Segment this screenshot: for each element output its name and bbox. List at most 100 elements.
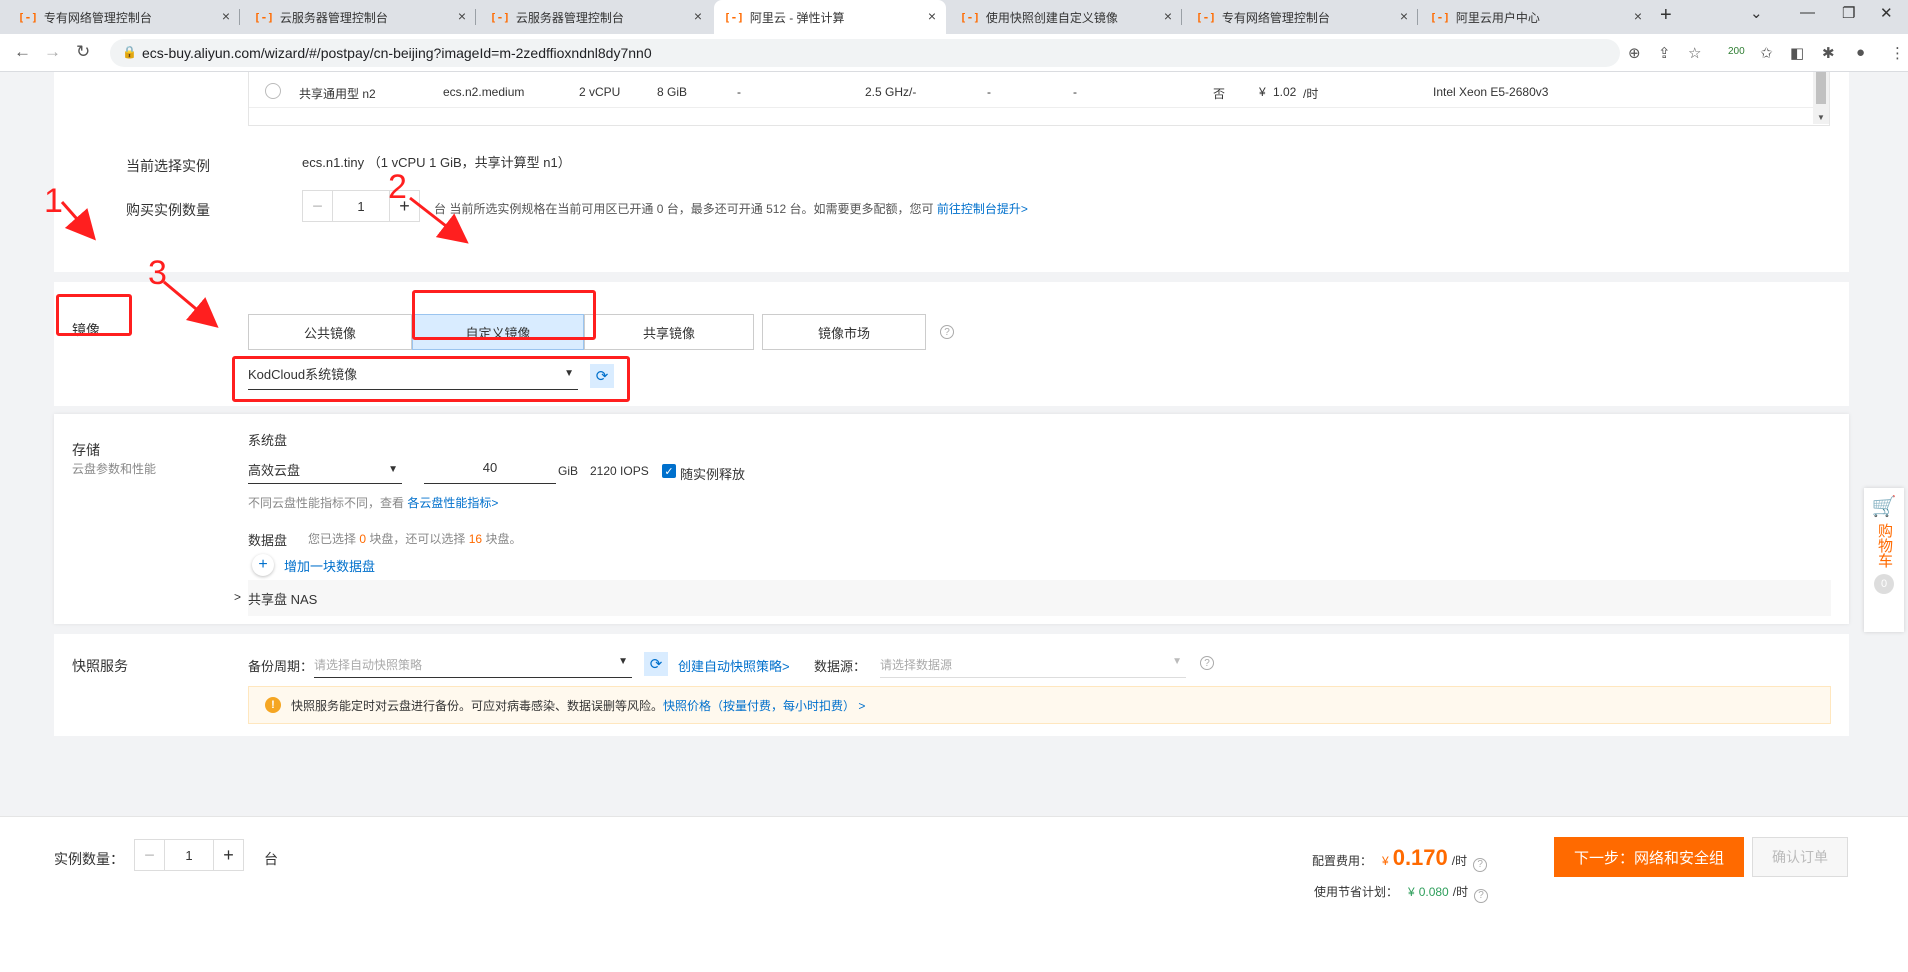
help-icon[interactable]: ?: [1473, 857, 1488, 872]
zoom-icon[interactable]: ⊕: [1628, 44, 1641, 62]
snapshot-policy-select[interactable]: 请选择自动快照策略 ▼: [314, 652, 632, 678]
instance-family: 共享通用型 n2: [299, 87, 376, 101]
profile-avatar-icon[interactable]: ●: [1856, 44, 1865, 61]
close-tab-icon[interactable]: ×: [694, 8, 702, 24]
instance-memory: 8 GiB: [657, 85, 688, 99]
tab-title: 阿里云用户中心: [1455, 10, 1540, 25]
back-icon[interactable]: ←: [14, 42, 31, 62]
instance-table: 共享通用型 n2 ecs.n2.medium 2 vCPU 8 GiB - 2.…: [248, 72, 1830, 126]
close-tab-icon[interactable]: ×: [458, 8, 466, 24]
instance-radio[interactable]: [265, 83, 281, 99]
cart-label: 购物车: [1876, 523, 1893, 568]
create-snapshot-policy-link[interactable]: 创建自动快照策略>: [678, 656, 790, 675]
dropdown-caret-icon: ▼: [618, 656, 628, 667]
scroll-down-icon[interactable]: ▼: [1817, 113, 1825, 122]
aliyun-favicon-icon: [-]: [960, 10, 980, 24]
chevron-down-icon[interactable]: ⌄: [1750, 4, 1763, 22]
footer-quantity-stepper[interactable]: − 1 +: [134, 839, 244, 871]
favorites-icon[interactable]: ✩: [1760, 44, 1773, 62]
help-icon[interactable]: ?: [1474, 888, 1489, 903]
instance-spec: ecs.n2.medium: [443, 85, 525, 99]
perf-link[interactable]: 各云盘性能指标>: [407, 496, 498, 510]
data-disk-label: 数据盘: [248, 533, 288, 548]
minimize-icon[interactable]: —: [1800, 4, 1815, 21]
browser-tab[interactable]: [-] 使用快照创建自定义镜像 ×: [950, 0, 1182, 34]
annotation-number: 1: [44, 182, 63, 220]
quantity-value[interactable]: 1: [333, 191, 389, 221]
help-icon[interactable]: ?: [1200, 656, 1214, 670]
tab-separator: [475, 9, 476, 25]
fee-unit: /时: [1451, 854, 1468, 868]
snapshot-price-link[interactable]: 快照价格（按量付费，每小时扣费） >: [663, 697, 865, 714]
decrement-icon[interactable]: −: [303, 191, 333, 221]
more-menu-icon[interactable]: ⋮: [1890, 44, 1905, 62]
extension-icon[interactable]: ◧: [1790, 44, 1804, 62]
annotation-number: 2: [388, 168, 407, 206]
snapshot-policy-placeholder: 请选择自动快照策略: [314, 658, 423, 672]
tab-title: 专有网络管理控制台: [43, 10, 152, 25]
lock-icon: 🔒: [122, 45, 137, 59]
browser-tab[interactable]: [-] 专有网络管理控制台 ×: [1186, 0, 1418, 34]
browser-tab-active[interactable]: [-] 阿里云 - 弹性计算 ×: [714, 0, 946, 34]
tab-shared-image[interactable]: 共享镜像: [584, 314, 754, 350]
table-row[interactable]: 共享通用型 n2 ecs.n2.medium 2 vCPU 8 GiB - 2.…: [249, 72, 1815, 108]
footer-quantity-value[interactable]: 1: [165, 840, 213, 870]
tab-public-image[interactable]: 公共镜像: [248, 314, 412, 350]
disk-type-select[interactable]: 高效云盘 ▼: [248, 460, 402, 484]
browser-address-bar: ← → ↻ 🔒 ecs-buy.aliyun.com/wizard/#/post…: [0, 34, 1908, 72]
close-tab-icon[interactable]: ×: [928, 8, 936, 24]
url-field[interactable]: 🔒 ecs-buy.aliyun.com/wizard/#/postpay/cn…: [110, 39, 1620, 67]
instance-vcpu: 2 vCPU: [579, 85, 621, 99]
close-tab-icon[interactable]: ×: [222, 8, 230, 24]
bookmark-star-icon[interactable]: ☆: [1688, 44, 1701, 62]
scrollbar-thumb[interactable]: [1816, 72, 1826, 104]
instance-gpu: -: [737, 85, 741, 99]
nas-section[interactable]: > 共享盘 NAS: [234, 580, 1831, 616]
confirm-order-button[interactable]: 确认订单: [1752, 837, 1848, 877]
browser-tab[interactable]: [-] 专有网络管理控制台 ×: [8, 0, 240, 34]
disk-perf-note: 不同云盘性能指标不同，查看 各云盘性能指标>: [248, 494, 498, 511]
puzzle-icon[interactable]: ✱: [1822, 44, 1835, 62]
data-disk-note: 您已选择 0 块盘，还可以选择 16 块盘。: [308, 530, 521, 547]
refresh-icon[interactable]: ⟳: [644, 652, 668, 676]
aliyun-favicon-icon: [-]: [1430, 10, 1450, 24]
release-with-instance-checkbox[interactable]: ✓: [662, 464, 676, 478]
add-data-disk-button[interactable]: + 增加一块数据盘: [252, 554, 375, 576]
close-tab-icon[interactable]: ×: [1164, 8, 1172, 24]
disk-size-input[interactable]: 40: [424, 460, 556, 484]
annotation-box-image-select: [232, 356, 630, 402]
increment-icon[interactable]: +: [213, 840, 243, 870]
browser-tab-bar: [-] 专有网络管理控制台 × [-] 云服务器管理控制台 × [-] 云服务器…: [0, 0, 1908, 34]
disk-iops: 2120 IOPS: [590, 464, 649, 478]
quantity-unit: 台: [434, 202, 447, 216]
restore-icon[interactable]: ❐: [1842, 4, 1855, 22]
extension-badge[interactable]: 200: [1728, 46, 1745, 57]
browser-tab[interactable]: [-] 云服务器管理控制台 ×: [480, 0, 712, 34]
instance-panel: 共享通用型 n2 ecs.n2.medium 2 vCPU 8 GiB - 2.…: [54, 72, 1849, 272]
quota-increase-link[interactable]: 前往控制台提升>: [937, 202, 1028, 216]
forward-icon[interactable]: →: [44, 42, 61, 62]
data-source-select[interactable]: 请选择数据源 ▼: [880, 652, 1186, 678]
close-window-icon[interactable]: ✕: [1880, 4, 1893, 22]
chevron-right-icon[interactable]: >: [234, 590, 241, 604]
decrement-icon[interactable]: −: [135, 840, 165, 870]
tab-image-market[interactable]: 镜像市场: [762, 314, 926, 350]
share-icon[interactable]: ⇪: [1658, 44, 1671, 62]
shopping-cart-widget[interactable]: 🛒 购物车 0: [1864, 488, 1904, 632]
current-instance-label: 当前选择实例: [126, 158, 210, 174]
table-scrollbar[interactable]: ▼: [1813, 72, 1829, 124]
browser-tab[interactable]: [-] 云服务器管理控制台 ×: [244, 0, 476, 34]
aliyun-favicon-icon: [-]: [490, 10, 510, 24]
help-icon[interactable]: ?: [940, 325, 954, 339]
currency-symbol: ¥: [1408, 885, 1415, 899]
storage-panel: 存储 云盘参数和性能 系统盘 高效云盘 ▼ 40 GiB 2120 IOPS ✓…: [54, 414, 1849, 624]
next-network-button[interactable]: 下一步：网络和安全组: [1554, 837, 1744, 877]
close-tab-icon[interactable]: ×: [1400, 8, 1408, 24]
price-symbol: ¥: [1259, 85, 1266, 99]
browser-tab[interactable]: [-] 阿里云用户中心 ×: [1420, 0, 1652, 34]
close-tab-icon[interactable]: ×: [1634, 8, 1642, 24]
new-tab-icon[interactable]: +: [1660, 4, 1672, 27]
config-fee: 配置费用： ¥ 0.170 /时 ?: [1312, 845, 1488, 872]
reload-icon[interactable]: ↻: [76, 42, 90, 62]
instance-bandwidth: -: [1073, 85, 1077, 99]
